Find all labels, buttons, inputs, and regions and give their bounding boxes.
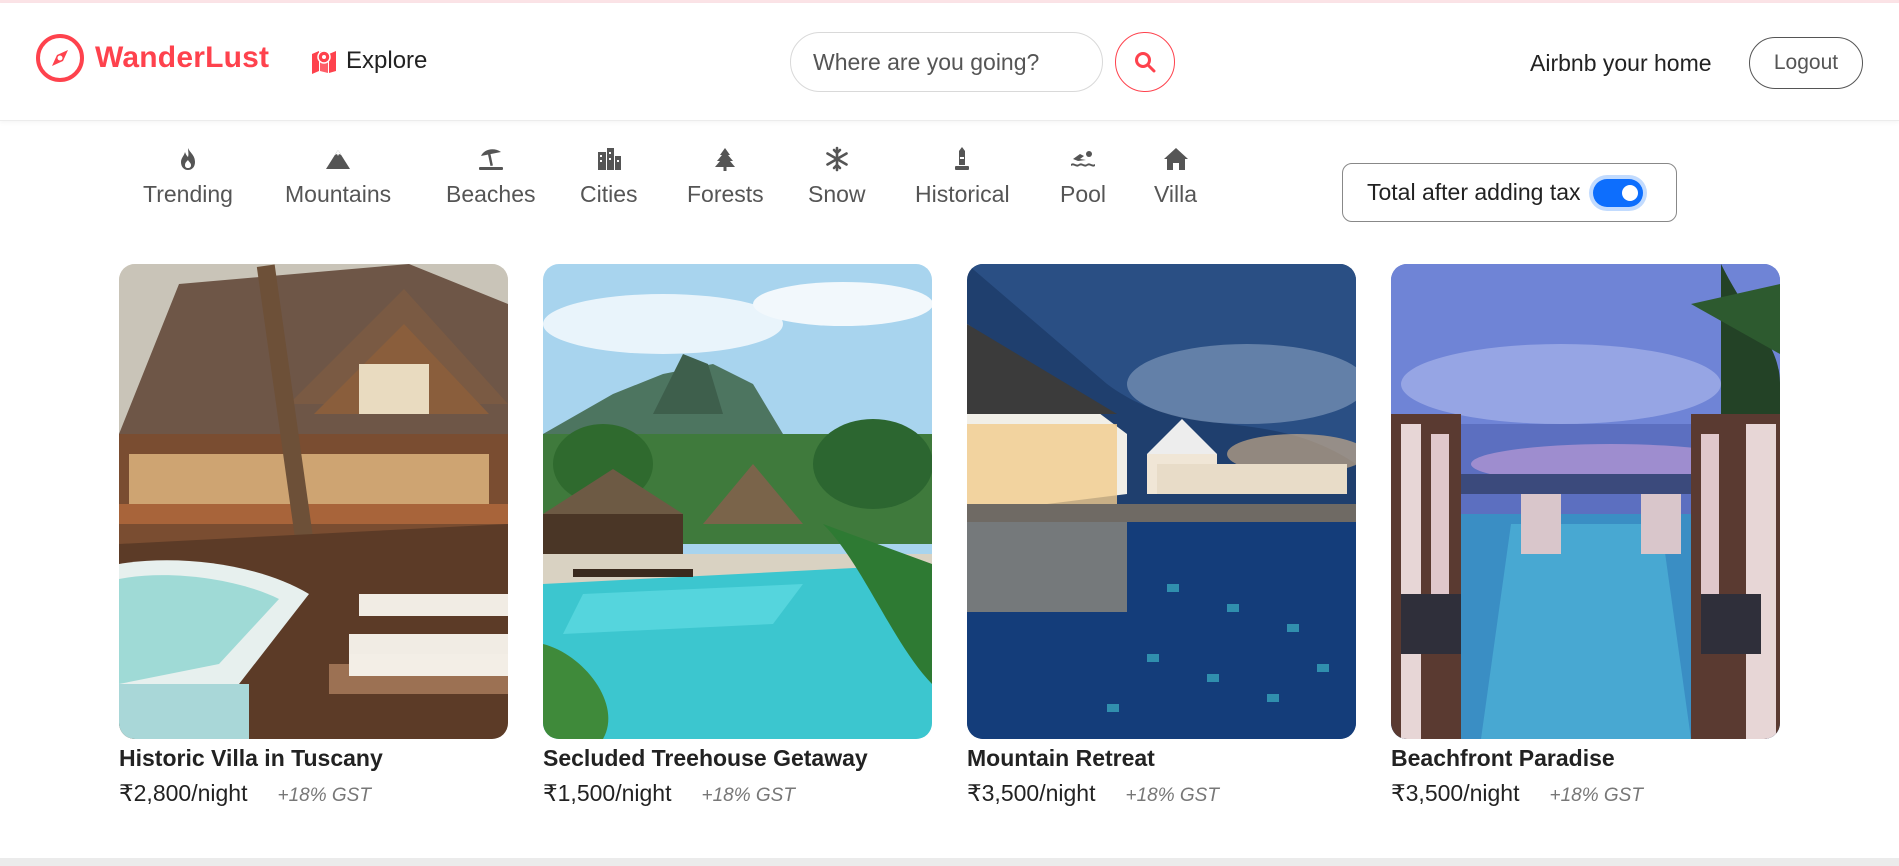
filter-forests[interactable]: Forests [687,145,764,208]
listing-card[interactable]: Beachfront Paradise ₹3,500/night +18% GS… [1391,264,1780,807]
filter-label: Historical [915,181,1010,207]
listing-price-row: ₹2,800/night +18% GST [119,780,508,807]
listing-tax-note: +18% GST [277,785,371,806]
filter-label: Trending [143,181,233,207]
airbnb-your-home-link[interactable]: Airbnb your home [1530,50,1712,77]
search-input[interactable] [790,32,1103,92]
house-icon [1163,148,1188,170]
search-bar [790,32,1175,92]
tax-toggle-label: Total after adding tax [1367,179,1581,205]
mountain-icon [326,150,351,169]
listing-image[interactable] [967,264,1356,739]
filter-label: Mountains [285,181,392,207]
listing-title: Beachfront Paradise [1391,745,1615,771]
listing-tax-note: +18% GST [1549,785,1643,806]
explore-link[interactable]: Explore [310,47,427,75]
listing-image[interactable] [543,264,932,739]
tax-toggle: Total after adding tax [1342,163,1677,222]
logout-button[interactable]: Logout [1749,37,1863,89]
search-icon [1135,52,1156,73]
listing-image[interactable] [1391,264,1780,739]
filter-label: Pool [1060,181,1107,207]
filter-beaches[interactable]: Beaches [446,145,536,208]
listing-tax-note: +18% GST [701,785,795,806]
umbrella-beach-icon [478,149,503,170]
listing-price: ₹2,800/night [119,780,248,806]
filter-label: Villa [1154,181,1198,207]
filter-cities[interactable]: Cities [580,145,638,208]
snowflake-icon [825,146,848,172]
monument-icon [955,147,970,170]
fire-icon [180,148,195,170]
listing-title: Secluded Treehouse Getaway [543,745,868,771]
filter-pool[interactable]: Pool [1060,145,1106,208]
compass-icon [36,34,84,82]
navbar: WanderLust Explore Airbnb your home Logo… [0,3,1899,121]
swimmer-icon [1071,151,1096,167]
listing-price: ₹3,500/night [1391,780,1520,806]
filter-label: Forests [687,181,764,207]
search-button[interactable] [1115,32,1175,92]
filter-villa[interactable]: Villa [1154,145,1197,208]
map-location-icon [312,50,336,74]
explore-label: Explore [346,47,428,74]
listing-price-row: ₹3,500/night +18% GST [967,780,1356,807]
filter-mountains[interactable]: Mountains [285,145,391,208]
filter-trending[interactable]: Trending [143,145,233,208]
listing-tax-note: +18% GST [1125,785,1219,806]
listing-image[interactable] [119,264,508,739]
brand-logo-link[interactable]: WanderLust [35,33,269,83]
filter-label: Cities [580,181,638,207]
city-icon [597,148,621,170]
listing-price: ₹3,500/night [967,780,1096,806]
listing-title: Mountain Retreat [967,745,1155,771]
filter-label: Beaches [446,181,536,207]
listing-price-row: ₹3,500/night +18% GST [1391,780,1780,807]
listing-price: ₹1,500/night [543,780,672,806]
switch-knob [1621,184,1638,201]
listing-card[interactable]: Secluded Treehouse Getaway ₹1,500/night … [543,264,932,807]
tax-switch[interactable] [1592,178,1643,207]
filter-label: Snow [808,181,866,207]
filter-snow[interactable]: Snow [808,145,866,208]
listing-price-row: ₹1,500/night +18% GST [543,780,932,807]
listing-card[interactable]: Mountain Retreat ₹3,500/night +18% GST [967,264,1356,807]
filter-historical[interactable]: Historical [915,145,1010,208]
listing-title: Historic Villa in Tuscany [119,745,383,771]
tree-icon [715,148,736,171]
listing-card[interactable]: Historic Villa in Tuscany ₹2,800/night +… [119,264,508,807]
bottom-divider [0,858,1899,866]
brand-name: WanderLust [95,41,270,74]
